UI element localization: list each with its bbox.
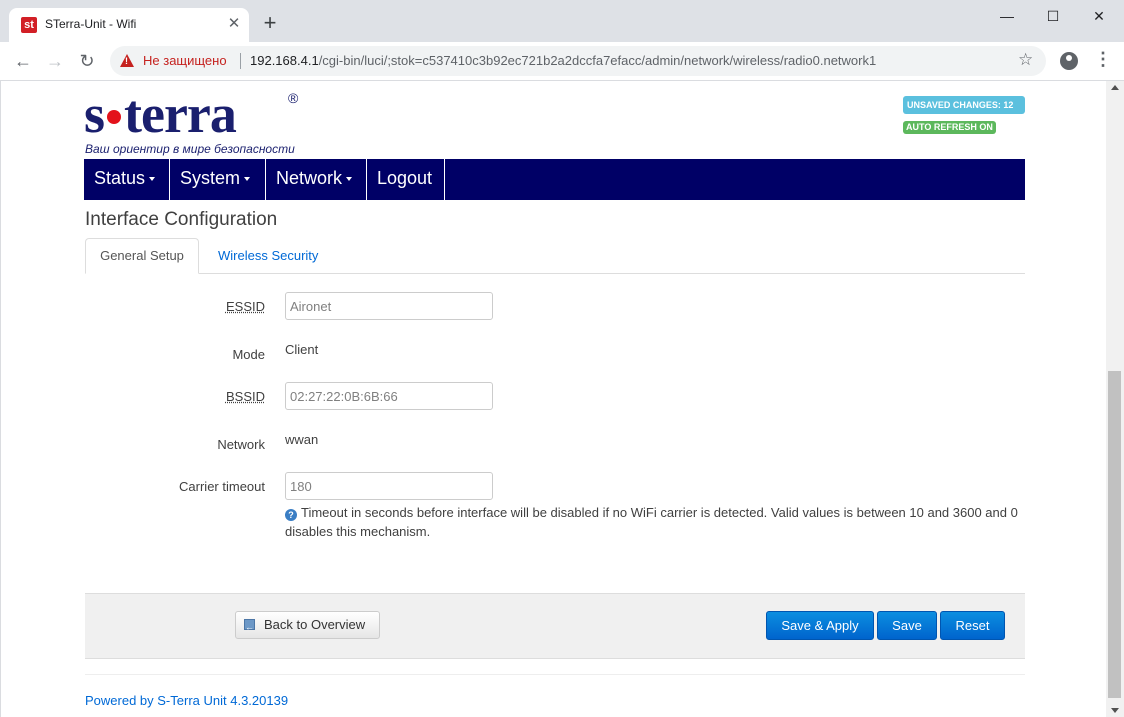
tab-general-setup[interactable]: General Setup (85, 238, 199, 274)
back-arrow-icon (244, 614, 255, 640)
close-window-icon[interactable]: ✕ (1076, 0, 1122, 32)
mode-label: Mode (232, 347, 265, 362)
essid-label: ESSID (225, 299, 265, 314)
tab-title: STerra-Unit - Wifi (45, 17, 137, 31)
chevron-down-icon (244, 177, 251, 182)
bookmark-star-icon[interactable]: ☆ (1018, 50, 1033, 70)
url-text[interactable]: 192.168.4.1/cgi-bin/luci/;stok=c537410c3… (250, 53, 876, 68)
browser-toolbar: ← → ↻ ! Не защищено 192.168.4.1/cgi-bin/… (0, 42, 1124, 81)
logo-slogan: Ваш ориентир в мире безопасности (85, 142, 295, 156)
scroll-up-icon[interactable] (1111, 85, 1119, 90)
nav-network[interactable]: Network (266, 159, 367, 200)
scrollbar-thumb[interactable] (1108, 371, 1121, 698)
account-icon[interactable] (1060, 52, 1078, 70)
info-icon: ? (285, 509, 297, 521)
omnibox-divider (240, 53, 241, 69)
browser-tab[interactable]: st STerra-Unit - Wifi ✕ (9, 8, 249, 42)
logo-dot-icon (107, 109, 122, 124)
chevron-down-icon (346, 177, 353, 182)
reload-icon[interactable]: ↻ (76, 50, 98, 72)
browser-tabstrip: st STerra-Unit - Wifi ✕ + — ☐ ✕ (0, 0, 1124, 42)
carrier-timeout-label: Carrier timeout (179, 479, 265, 494)
chevron-down-icon (149, 177, 156, 182)
tabs-divider (85, 273, 1025, 274)
page-scrollbar[interactable] (1106, 81, 1124, 717)
insecure-label[interactable]: Не защищено (143, 53, 227, 68)
back-to-overview-button[interactable]: Back to Overview (235, 611, 380, 640)
save-button[interactable]: Save (877, 611, 937, 640)
powered-by-link[interactable]: Powered by S-Terra Unit 4.3.20139 (85, 693, 288, 708)
scroll-down-icon[interactable] (1111, 708, 1119, 713)
nav-system[interactable]: System (170, 159, 266, 200)
minimize-window-icon[interactable]: — (984, 0, 1030, 32)
tab-wireless-security[interactable]: Wireless Security (218, 248, 318, 263)
reset-button[interactable]: Reset (940, 611, 1005, 640)
carrier-timeout-input[interactable] (285, 472, 493, 500)
maximize-window-icon[interactable]: ☐ (1030, 0, 1076, 32)
forward-arrow-icon[interactable]: → (44, 50, 66, 72)
nav-logout[interactable]: Logout (367, 159, 445, 200)
network-value: wwan (285, 432, 319, 447)
form-actions-bar: Back to Overview Save & Apply Save Reset (85, 593, 1025, 659)
main-navbar: Status System Network Logout (84, 159, 1025, 200)
address-bar[interactable]: ! Не защищено 192.168.4.1/cgi-bin/luci/;… (110, 46, 1046, 76)
carrier-timeout-help: ? Timeout in seconds before interface wil… (285, 505, 1018, 539)
auto-refresh-badge[interactable]: AUTO REFRESH ON (903, 121, 996, 134)
nav-status[interactable]: Status (84, 159, 170, 200)
bssid-label: BSSID (225, 389, 265, 404)
save-apply-button[interactable]: Save & Apply (766, 611, 874, 640)
bssid-input[interactable] (285, 382, 493, 410)
back-arrow-icon[interactable]: ← (12, 50, 34, 72)
page-title: Interface Configuration (85, 209, 278, 230)
new-tab-icon[interactable]: + (259, 12, 281, 34)
mode-value: Client (285, 342, 319, 357)
unsaved-changes-badge[interactable]: UNSAVED CHANGES: 12 (903, 96, 1025, 114)
network-label: Network (217, 437, 265, 452)
essid-input[interactable] (285, 292, 493, 320)
sterra-logo[interactable]: s terra ® Ваш ориентир в мире безопасност… (84, 86, 298, 156)
page-viewport: s terra ® Ваш ориентир в мире безопасност… (0, 81, 1107, 717)
footer-divider (85, 674, 1025, 675)
tab-close-icon[interactable]: ✕ (225, 15, 243, 33)
site-favicon-icon: st (21, 17, 37, 33)
browser-menu-icon[interactable]: ⋮ (1094, 49, 1112, 70)
